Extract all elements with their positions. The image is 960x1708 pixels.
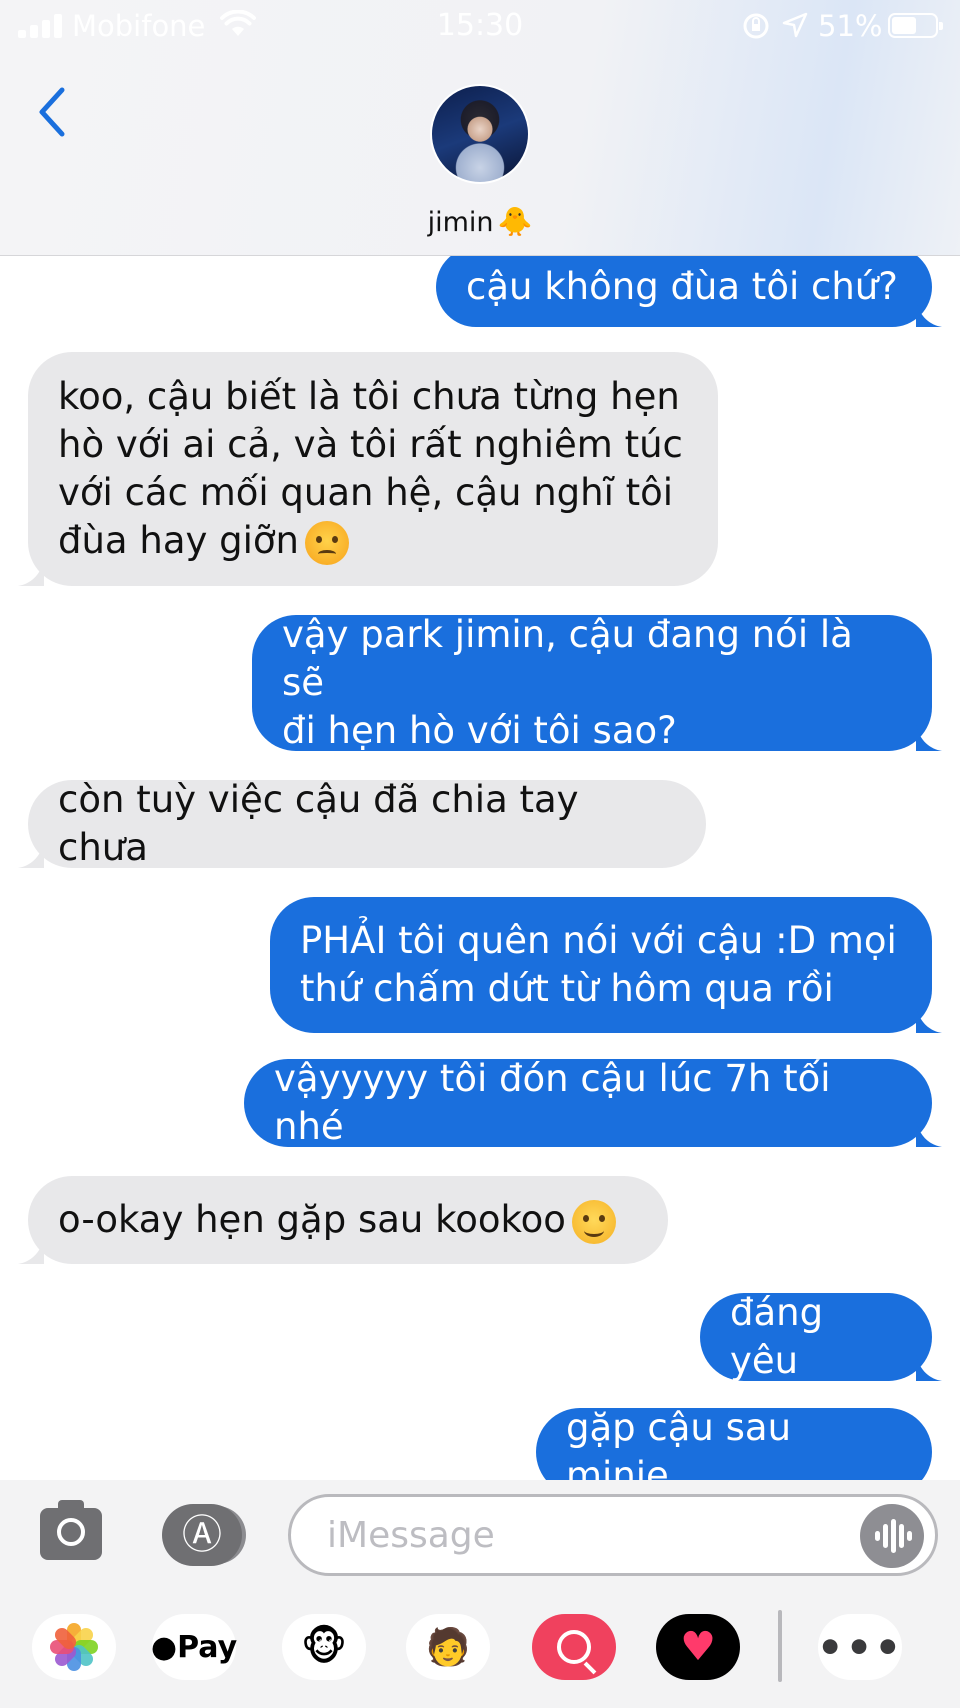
message-text: vậyyyyy tôi đón cậu lúc 7h tối nhé — [274, 1057, 831, 1148]
photos-icon — [32, 1614, 116, 1680]
memoji-button[interactable]: 🧑 — [406, 1614, 490, 1680]
location-arrow-icon — [782, 12, 808, 38]
message-thread[interactable]: cậu không đùa tôi chứ? koo, cậu biết là … — [0, 255, 960, 1480]
orientation-lock-icon — [743, 13, 769, 39]
message-bubble-sent[interactable]: PHẢI tôi quên nói với cậu :D mọi thứ chấ… — [270, 897, 932, 1033]
imessage-input[interactable] — [288, 1494, 938, 1576]
angry-face-emoji — [305, 520, 350, 565]
message-text: còn tuỳ việc cậu đã chia tay chưa — [58, 778, 579, 869]
message-bubble-sent[interactable]: gặp cậu sau minie — [536, 1406, 932, 1480]
message-bubble-sent[interactable]: vậyyyyy tôi đón cậu lúc 7h tối nhé — [244, 1057, 932, 1148]
image-search-icon — [557, 1630, 591, 1664]
message-text: PHẢI tôi quên nói với cậu :D mọi thứ chấ… — [300, 919, 897, 1010]
contact-name: jimin — [427, 207, 494, 238]
contact-avatar[interactable] — [430, 84, 530, 184]
apple-pay-icon: ● — [150, 1629, 178, 1665]
battery-icon — [888, 13, 943, 38]
composer-bar: Ⓐ ●Pay 🐵 — [0, 1480, 960, 1708]
animoji-icon: 🐵 — [300, 1624, 348, 1670]
message-bubble-sent[interactable]: cậu không đùa tôi chứ? — [436, 255, 932, 327]
smiling-face-emoji — [571, 1199, 616, 1244]
chick-emoji: 🐥 — [497, 205, 533, 238]
conversation-header: Mobifone 15:30 51% jimin 🐥 — [0, 0, 960, 256]
message-bubble-received[interactable]: còn tuỳ việc cậu đã chia tay chưa — [28, 778, 706, 869]
message-bubble-received[interactable]: koo, cậu biết là tôi chưa từng hẹn hò vớ… — [28, 352, 718, 586]
status-time: 15:30 — [436, 8, 524, 43]
apple-pay-label: Pay — [177, 1629, 238, 1665]
animoji-button[interactable]: 🐵 — [282, 1614, 366, 1680]
photos-app-button[interactable] — [32, 1614, 116, 1680]
more-icon: ••• — [816, 1622, 904, 1672]
message-text: gặp cậu sau minie — [566, 1406, 792, 1480]
app-drawer: ● Pay 🐵 🧑 ♥ ••• — [0, 1610, 960, 1700]
more-apps-button[interactable]: ••• — [816, 1614, 904, 1680]
message-text: cậu không đùa tôi chứ? — [466, 265, 898, 308]
camera-button[interactable] — [40, 1500, 102, 1560]
message-text: o-okay hẹn gặp sau kookoo — [58, 1196, 638, 1244]
audio-message-button[interactable] — [860, 1504, 924, 1568]
image-search-button[interactable] — [532, 1614, 616, 1680]
digital-touch-icon: ♥ — [680, 1624, 716, 1670]
message-text: koo, cậu biết là tôi chưa từng hẹn hò vớ… — [58, 373, 688, 565]
message-bubble-sent[interactable]: đáng yêu — [700, 1291, 932, 1382]
digital-touch-button[interactable]: ♥ — [656, 1614, 740, 1680]
apple-pay-button[interactable]: ● Pay — [150, 1614, 238, 1680]
battery-percent: 51% — [818, 9, 883, 43]
camera-icon — [57, 1518, 85, 1546]
message-text: đáng yêu — [730, 1291, 824, 1382]
drawer-divider — [778, 1610, 782, 1682]
memoji-icon: 🧑 — [425, 1627, 471, 1668]
status-bar: Mobifone 15:30 51% — [0, 0, 960, 54]
app-store-button[interactable]: Ⓐ — [162, 1504, 242, 1566]
message-text: vậy park jimin, cậu đang nói là sẽ đi hẹ… — [282, 613, 853, 752]
message-bubble-received[interactable]: o-okay hẹn gặp sau kookoo — [28, 1176, 668, 1264]
back-button[interactable] — [30, 82, 80, 142]
app-store-icon: Ⓐ — [182, 1512, 222, 1558]
contact-name-button[interactable]: jimin 🐥 — [0, 205, 960, 238]
message-bubble-sent[interactable]: vậy park jimin, cậu đang nói là sẽ đi hẹ… — [252, 613, 932, 752]
